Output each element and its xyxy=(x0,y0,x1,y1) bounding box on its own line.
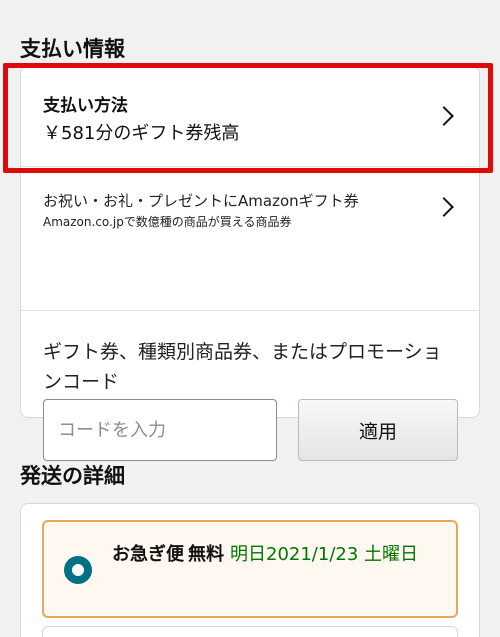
promo-code-input[interactable] xyxy=(43,399,277,461)
highlight-annotation-box xyxy=(3,63,493,173)
shipping-option-express[interactable]: お急ぎ便 無料 明日2021/1/23 土曜日 xyxy=(42,520,458,618)
shipping-option-next[interactable] xyxy=(42,626,458,637)
shipping-card: お急ぎ便 無料 明日2021/1/23 土曜日 xyxy=(20,503,480,637)
payment-section-title: 支払い情報 xyxy=(20,37,125,61)
shipping-section-title: 発送の詳細 xyxy=(20,464,125,488)
gift-card-promo-row[interactable] xyxy=(21,167,479,311)
payment-method-value: ￥581分のギフト券残高 xyxy=(43,123,240,144)
chevron-right-icon xyxy=(434,106,454,126)
shipping-option-name: お急ぎ便 xyxy=(112,544,184,565)
shipping-option-price: 無料 xyxy=(188,544,224,565)
shipping-option-text: お急ぎ便 無料 明日2021/1/23 土曜日 xyxy=(112,540,442,570)
apply-button[interactable]: 適用 xyxy=(298,399,458,461)
shipping-option-date: 明日2021/1/23 土曜日 xyxy=(230,544,419,565)
payment-card: 支払い方法 ￥581分のギフト券残高 お祝い・お礼・プレゼントにAmazonギフ… xyxy=(3,63,493,461)
payment-method-label: 支払い方法 xyxy=(43,96,128,116)
radio-selected-icon[interactable] xyxy=(64,556,92,584)
promo-code-label: ギフト券、種類別商品券、またはプロモーションコード xyxy=(43,341,442,393)
payment-method-row[interactable]: 支払い方法 ￥581分のギフト券残高 xyxy=(3,63,493,173)
gift-card-promo-subtitle: Amazon.co.jpで数億種の商品が買える商品券 xyxy=(43,215,292,229)
checkout-page: 支払い情報 支払い方法 ￥581分のギフト券残高 お祝い・お礼・プレゼントにAm… xyxy=(0,0,500,637)
gift-card-promo-title: お祝い・お礼・プレゼントにAmazonギフト券 xyxy=(43,192,359,210)
